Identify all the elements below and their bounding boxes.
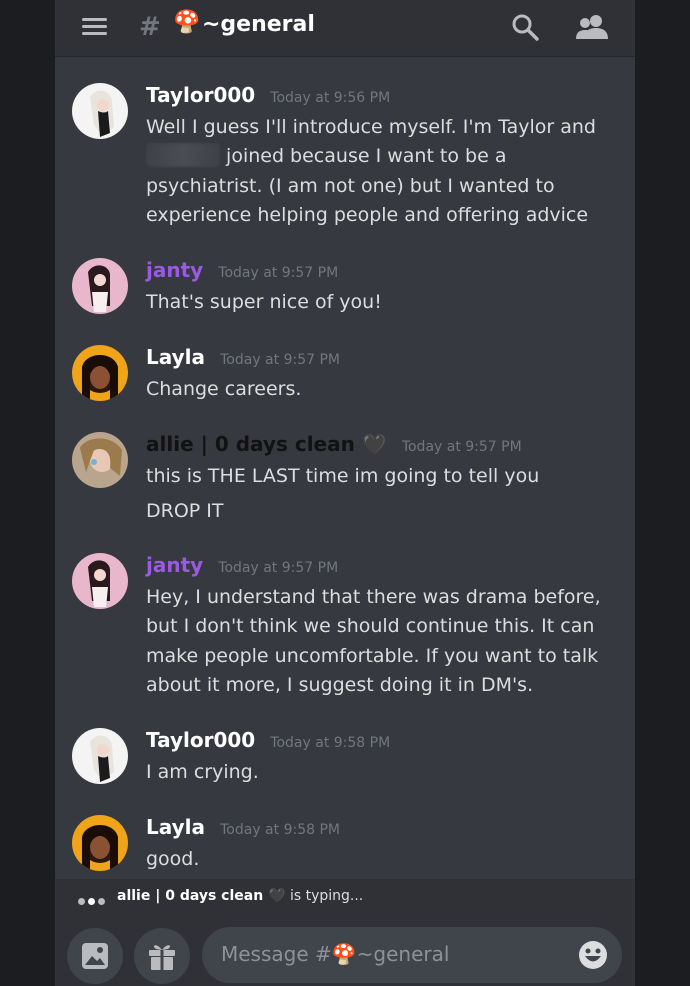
username[interactable]: Taylor000 xyxy=(146,728,255,752)
timestamp: Today at 9:57 PM xyxy=(220,352,340,368)
avatar[interactable] xyxy=(72,432,128,488)
message: janty Today at 9:57 PM That's super nice… xyxy=(55,258,635,318)
gift-icon xyxy=(149,945,175,970)
channel-title[interactable]: ~general xyxy=(202,12,315,37)
username[interactable]: Layla xyxy=(146,345,205,369)
redacted-text xyxy=(146,143,220,168)
username[interactable]: janty xyxy=(146,258,203,282)
members-icon[interactable] xyxy=(575,12,609,42)
channel-hash-icon: # xyxy=(139,12,161,42)
channel-header: # 🍄 ~general xyxy=(55,0,635,57)
message: Taylor000 Today at 9:58 PM I am crying. xyxy=(55,728,635,788)
timestamp: Today at 9:58 PM xyxy=(220,822,340,838)
avatar[interactable] xyxy=(72,83,128,139)
timestamp: Today at 9:56 PM xyxy=(270,90,391,106)
search-icon[interactable] xyxy=(510,12,540,42)
avatar[interactable] xyxy=(72,345,128,401)
message-text: I am crying. xyxy=(146,761,259,783)
chat-app: # 🍄 ~general Taylor000 Today at 9:56 PM … xyxy=(55,0,635,986)
message-input[interactable]: Message #🍄~general xyxy=(202,927,622,983)
username[interactable]: Taylor000 xyxy=(146,83,255,107)
avatar[interactable] xyxy=(72,815,128,871)
message-placeholder: Message #🍄~general xyxy=(221,942,450,966)
message-text: That's super nice of you! xyxy=(146,291,382,313)
emoji-icon[interactable] xyxy=(578,940,608,970)
message: Layla Today at 9:58 PM good. xyxy=(55,815,635,875)
avatar[interactable] xyxy=(72,728,128,784)
message-text: good. xyxy=(146,848,200,870)
gift-button[interactable] xyxy=(134,928,190,984)
message-text: this is THE LAST time im going to tell y… xyxy=(146,465,540,523)
message-text: Hey, I understand that there was drama b… xyxy=(146,586,601,696)
username[interactable]: allie | 0 days clean 🖤 xyxy=(146,432,387,456)
typing-suffix: is typing... xyxy=(289,888,364,904)
composer-bar: Message #🍄~general xyxy=(55,915,635,986)
image-icon xyxy=(82,943,108,969)
message: janty Today at 9:57 PM Hey, I understand… xyxy=(55,553,635,703)
timestamp: Today at 9:58 PM xyxy=(270,735,391,751)
mushroom-icon: 🍄 xyxy=(173,10,201,35)
typing-user: allie | 0 days clean 🖤 xyxy=(117,888,286,904)
message: Layla Today at 9:57 PM Change careers. xyxy=(55,345,635,405)
username[interactable]: janty xyxy=(146,553,203,577)
typing-dots-icon xyxy=(78,893,108,909)
message: Taylor000 Today at 9:56 PM Well I guess … xyxy=(55,83,635,233)
timestamp: Today at 9:57 PM xyxy=(401,439,522,455)
typing-indicator: allie | 0 days clean 🖤 is typing... xyxy=(55,879,635,915)
message: allie | 0 days clean 🖤 Today at 9:57 PM … xyxy=(55,432,635,524)
timestamp: Today at 9:57 PM xyxy=(218,560,339,576)
username[interactable]: Layla xyxy=(146,815,205,839)
menu-icon[interactable] xyxy=(81,15,109,39)
avatar[interactable] xyxy=(72,258,128,314)
timestamp: Today at 9:57 PM xyxy=(218,265,339,281)
avatar[interactable] xyxy=(72,553,128,609)
image-upload-button[interactable] xyxy=(67,928,123,984)
message-text: Change careers. xyxy=(146,378,302,400)
message-text: Well I guess I'll introduce myself. I'm … xyxy=(146,116,596,226)
